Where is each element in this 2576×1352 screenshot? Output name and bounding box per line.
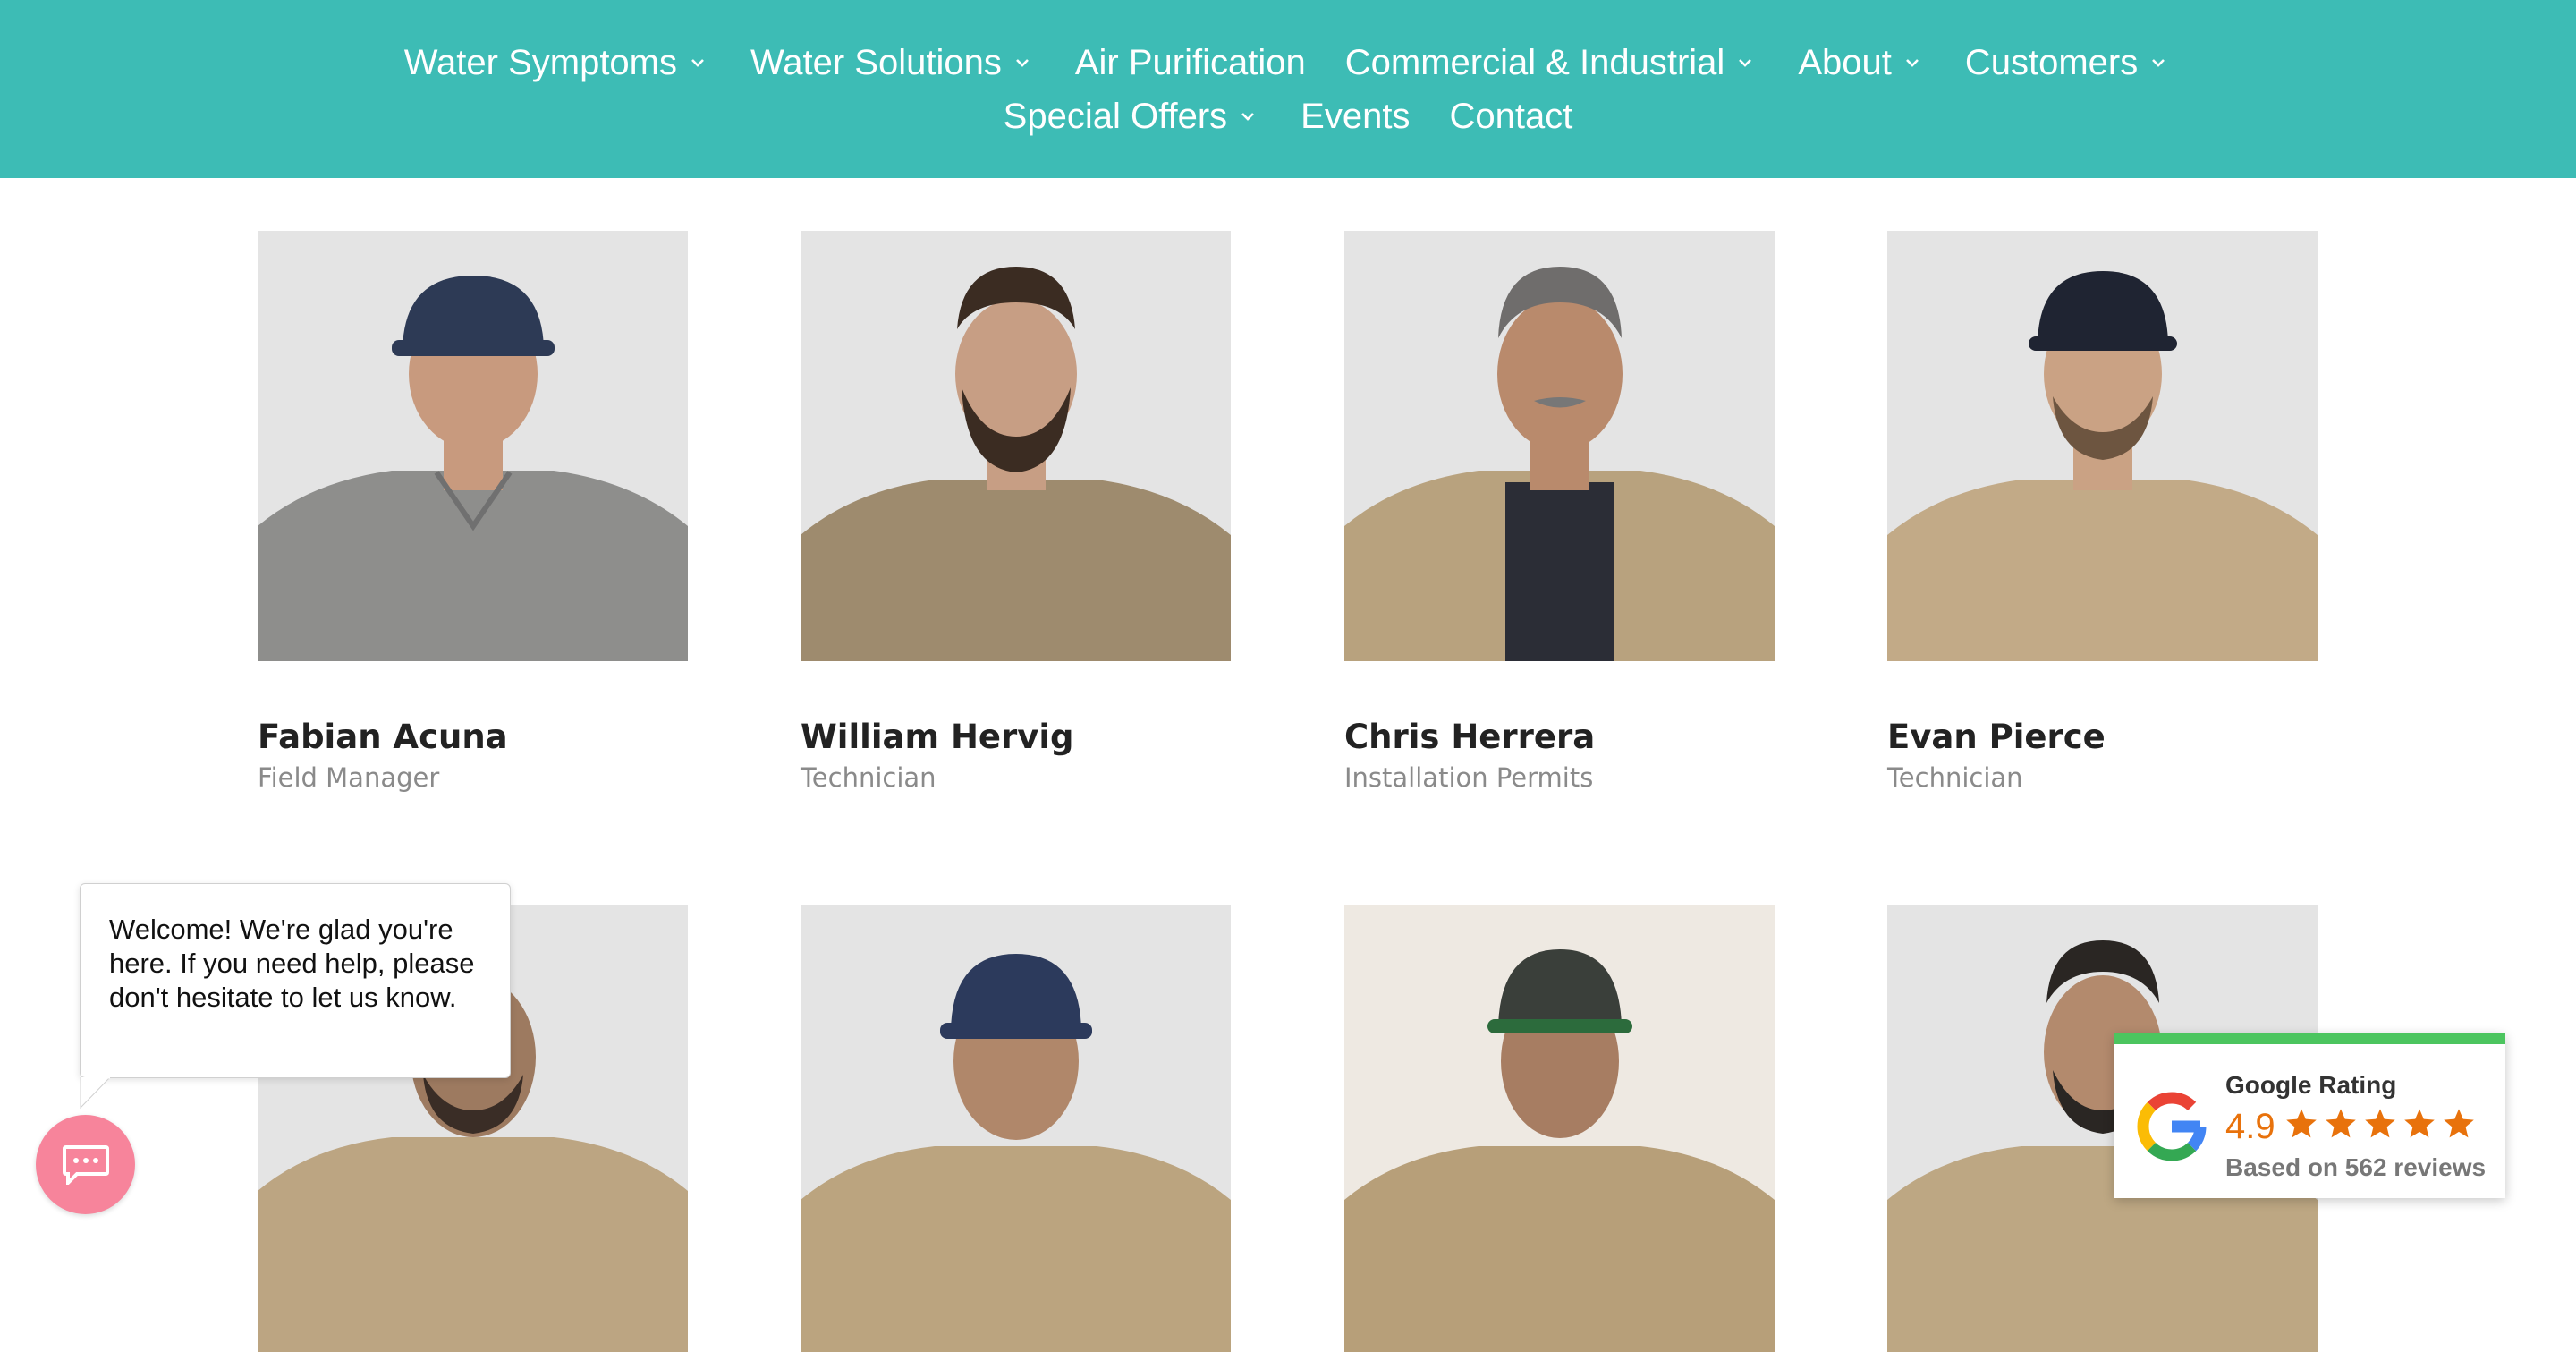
- chat-popup-tail: [80, 1077, 111, 1110]
- rating-score: 4.9: [2225, 1107, 2275, 1146]
- chevron-down-icon: [2145, 49, 2172, 76]
- chevron-down-icon: [1009, 49, 1036, 76]
- nav-item-special-offers[interactable]: Special Offers: [1004, 97, 1262, 137]
- chevron-down-icon: [1899, 49, 1926, 76]
- chat-welcome-popup: Welcome! We're glad you're here. If you …: [80, 883, 511, 1078]
- nav-item-about[interactable]: About: [1798, 43, 1926, 83]
- team-member-role: Field Manager: [258, 762, 440, 793]
- nav-item-water-symptoms[interactable]: Water Symptoms: [404, 43, 711, 83]
- team-member-name: Evan Pierce: [1887, 718, 2106, 756]
- nav-item-label: Events: [1301, 96, 1411, 136]
- main-navigation: Water Symptoms Water Solutions Air Purif…: [0, 0, 2576, 178]
- nav-item-events[interactable]: Events: [1301, 97, 1410, 137]
- nav-item-label: Customers: [1964, 42, 2139, 82]
- nav-item-label: Special Offers: [1003, 96, 1228, 136]
- team-member-card: William Hervig Technician: [801, 231, 1231, 795]
- team-member-photo: [801, 231, 1231, 661]
- nav-item-label: Contact: [1449, 96, 1573, 136]
- team-member-photo: [1344, 905, 1775, 1352]
- rating-stars: [2284, 1107, 2481, 1141]
- nav-item-contact[interactable]: Contact: [1449, 97, 1572, 137]
- nav-item-commercial-industrial[interactable]: Commercial & Industrial: [1345, 43, 1759, 83]
- nav-item-label: Commercial & Industrial: [1344, 42, 1725, 82]
- nav-item-label: Water Symptoms: [403, 42, 677, 82]
- team-member-role: Installation Permits: [1344, 762, 1594, 793]
- nav-row-primary: Water Symptoms Water Solutions Air Purif…: [0, 36, 2576, 89]
- chevron-down-icon: [684, 49, 711, 76]
- chat-launcher-button[interactable]: [36, 1115, 135, 1214]
- nav-item-label: Water Solutions: [750, 42, 1002, 82]
- team-member-role: Technician: [801, 762, 936, 793]
- nav-item-air-purification[interactable]: Air Purification: [1075, 43, 1306, 83]
- chevron-down-icon: [1234, 103, 1261, 130]
- star-icon: [2365, 1109, 2395, 1138]
- team-member-card: Evan Pierce Technician: [1887, 231, 2318, 795]
- team-member-card: Fabian Acuna Field Manager: [258, 231, 688, 795]
- chevron-down-icon: [1732, 49, 1758, 76]
- team-member-card: [801, 905, 1231, 1352]
- team-member-photo: [258, 231, 688, 661]
- team-member-photo: [801, 905, 1231, 1352]
- star-icon: [2444, 1109, 2474, 1138]
- nav-item-customers[interactable]: Customers: [1965, 43, 2172, 83]
- team-member-name: William Hervig: [801, 718, 1074, 756]
- team-member-name: Chris Herrera: [1344, 718, 1596, 756]
- nav-item-water-solutions[interactable]: Water Solutions: [750, 43, 1036, 83]
- rating-review-count: Based on 562 reviews: [2225, 1153, 2487, 1181]
- google-logo-icon: [2137, 1092, 2207, 1161]
- chat-welcome-text: Welcome! We're glad you're here. If you …: [109, 914, 475, 1013]
- team-member-photo: [1887, 231, 2318, 661]
- team-member-name: Fabian Acuna: [258, 718, 508, 756]
- star-icon: [2326, 1109, 2356, 1138]
- nav-item-label: Air Purification: [1074, 42, 1306, 82]
- chat-bubble-icon: [62, 1144, 109, 1185]
- google-rating-widget[interactable]: Google Rating 4.9 Based on 562 reviews: [2114, 1033, 2505, 1198]
- star-icon: [2404, 1109, 2435, 1138]
- star-icon: [2286, 1109, 2317, 1138]
- team-member-photo: [1344, 231, 1775, 661]
- team-member-card: Chris Herrera Installation Permits: [1344, 231, 1775, 795]
- team-member-role: Technician: [1887, 762, 2023, 793]
- rating-title: Google Rating: [2225, 1071, 2397, 1099]
- team-member-card: [1344, 905, 1775, 1352]
- nav-row-secondary: Special Offers Events Contact: [0, 89, 2576, 143]
- nav-item-label: About: [1798, 42, 1892, 82]
